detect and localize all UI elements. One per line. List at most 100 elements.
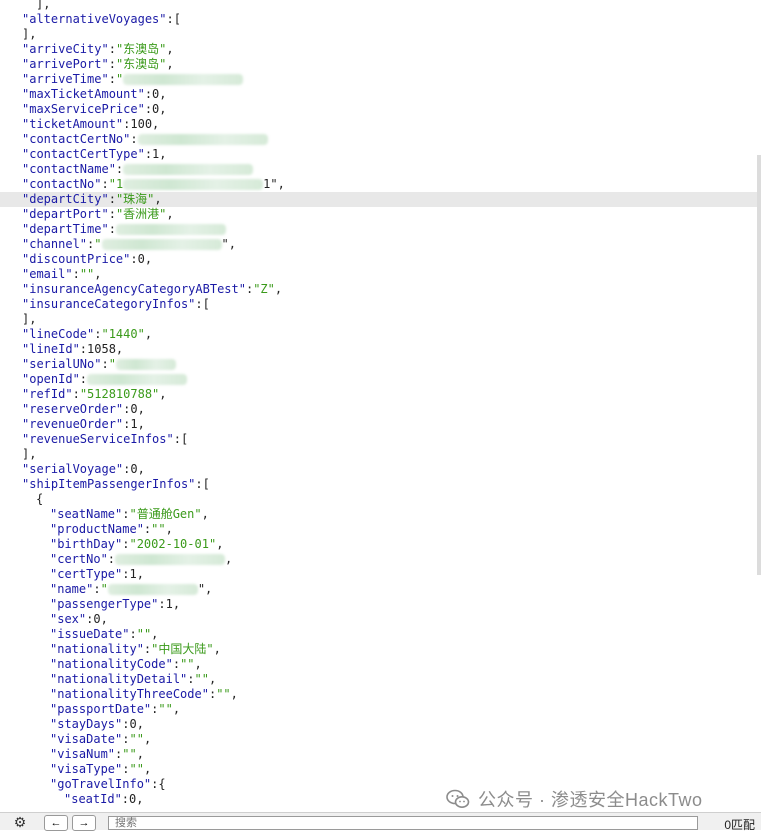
json-value: :0, xyxy=(130,252,153,266)
redacted-value xyxy=(115,224,226,235)
json-key: "nationalityCode" xyxy=(50,657,173,671)
code-line: "visaDate":"", xyxy=(0,732,757,747)
json-key: "contactNo" xyxy=(22,177,102,191)
json-value: : xyxy=(187,672,195,686)
code-line: "visaNum":"", xyxy=(0,747,757,762)
json-key: "channel" xyxy=(22,237,88,251)
json-key: "insuranceCategoryInfos" xyxy=(22,297,196,311)
json-string: "" xyxy=(151,522,166,536)
code-line: "visaType":"", xyxy=(0,762,757,777)
json-value-end: , xyxy=(143,732,152,746)
json-string: "" xyxy=(122,747,137,761)
json-value: : xyxy=(79,372,88,386)
json-value-end: , xyxy=(144,327,153,341)
json-key: "sex" xyxy=(50,612,87,626)
json-string: "" xyxy=(129,732,144,746)
json-string: "东澳岛" xyxy=(115,57,167,71)
json-value: :[ xyxy=(166,12,181,26)
json-value-end: , xyxy=(166,42,174,56)
code-line: "departPort":"香洲港", xyxy=(0,207,757,222)
code-line: "nationalityDetail":"", xyxy=(0,672,757,687)
json-value-end: , xyxy=(201,507,209,521)
wechat-icon xyxy=(446,789,470,808)
json-punctuation: ], xyxy=(22,447,37,461)
search-input[interactable] xyxy=(108,816,698,830)
code-line: "serialUNo":" xyxy=(0,357,757,372)
redacted-value xyxy=(137,134,268,145)
match-count: 0匹配 xyxy=(724,818,755,832)
code-line: "arrivePort":"东澳岛", xyxy=(0,57,757,72)
redacted-value xyxy=(123,179,264,190)
json-value-end: , xyxy=(166,57,174,71)
gear-icon[interactable]: ⚙ xyxy=(0,814,40,830)
json-value-end: , xyxy=(172,702,181,716)
json-key: "contactName" xyxy=(22,162,116,176)
code-line: "maxTicketAmount":0, xyxy=(0,87,757,102)
json-value: : xyxy=(108,192,116,206)
json-key: "seatName" xyxy=(50,507,123,521)
json-key: "lineId" xyxy=(22,342,80,356)
code-line: "productName":"", xyxy=(0,522,757,537)
json-value-end: , xyxy=(225,552,233,566)
json-key: "revenueServiceInfos" xyxy=(22,432,174,446)
code-line: "contactCertType":1, xyxy=(0,147,757,162)
json-key: "nationality" xyxy=(50,642,144,656)
json-value: : xyxy=(172,657,181,671)
code-line: "birthDay":"2002-10-01", xyxy=(0,537,757,552)
json-value-end: , xyxy=(213,642,221,656)
code-line: ], xyxy=(0,27,757,42)
code-line: "arriveCity":"东澳岛", xyxy=(0,42,757,57)
json-value-end: , xyxy=(274,282,283,296)
json-key: "passengerType" xyxy=(50,597,159,611)
json-value: : xyxy=(101,357,109,371)
json-key: "contactCertType" xyxy=(22,147,145,161)
json-string: "普通舱Gen" xyxy=(129,507,202,521)
json-string: "中国大陆" xyxy=(151,642,214,656)
json-value: : xyxy=(108,42,116,56)
json-string: " xyxy=(100,582,108,596)
json-key: "visaDate" xyxy=(50,732,123,746)
json-key: "reserveOrder" xyxy=(22,402,124,416)
json-string: " xyxy=(115,72,124,86)
json-key: "arriveTime" xyxy=(22,72,109,86)
json-key: "lineCode" xyxy=(22,327,95,341)
json-key: "visaType" xyxy=(50,762,123,776)
json-value: :0, xyxy=(123,402,145,416)
code-line: "email":"", xyxy=(0,267,757,282)
code-line: "nationalityCode":"", xyxy=(0,657,757,672)
json-key: "name" xyxy=(50,582,94,596)
json-value: :0, xyxy=(122,717,144,731)
json-value: :1, xyxy=(122,567,144,581)
code-line: "channel":" ", xyxy=(0,237,757,252)
code-line: "nationalityThreeCode":"", xyxy=(0,687,757,702)
code-line: "certNo":, xyxy=(0,552,757,567)
code-line: "maxServicePrice":0, xyxy=(0,102,757,117)
json-string: "" xyxy=(136,627,152,641)
json-value: : xyxy=(130,132,138,146)
json-editor[interactable]: ], "alternativeVoyages":[], "arriveCity":"… xyxy=(0,0,757,812)
code-line: ], xyxy=(0,0,757,12)
code-line: "insuranceCategoryInfos":[ xyxy=(0,297,757,312)
code-line: "arriveTime":" xyxy=(0,72,757,87)
json-value: :1, xyxy=(144,147,167,161)
json-key: "visaNum" xyxy=(50,747,116,761)
json-key: "stayDays" xyxy=(50,717,123,731)
code-line: "sex":0, xyxy=(0,612,757,627)
json-value-end: , xyxy=(151,627,159,641)
code-line: "seatName":"普通舱Gen", xyxy=(0,507,757,522)
code-line: "passengerType":1, xyxy=(0,597,757,612)
json-string: "Z" xyxy=(253,282,275,296)
json-value-end: , xyxy=(94,267,102,281)
json-key: "passportDate" xyxy=(50,702,152,716)
json-value-end: ", xyxy=(221,237,236,251)
json-value: :0, xyxy=(123,462,145,476)
redacted-value xyxy=(115,554,226,565)
json-key: "maxTicketAmount" xyxy=(22,87,145,101)
json-key: "serialUNo" xyxy=(22,357,102,371)
redacted-value xyxy=(123,164,254,175)
json-value: :100, xyxy=(123,117,160,131)
json-key: "birthDay" xyxy=(50,537,123,551)
vertical-scrollbar[interactable] xyxy=(757,155,761,575)
json-key: "insuranceAgencyCategoryABTest" xyxy=(22,282,246,296)
code-line: "stayDays":0, xyxy=(0,717,757,732)
